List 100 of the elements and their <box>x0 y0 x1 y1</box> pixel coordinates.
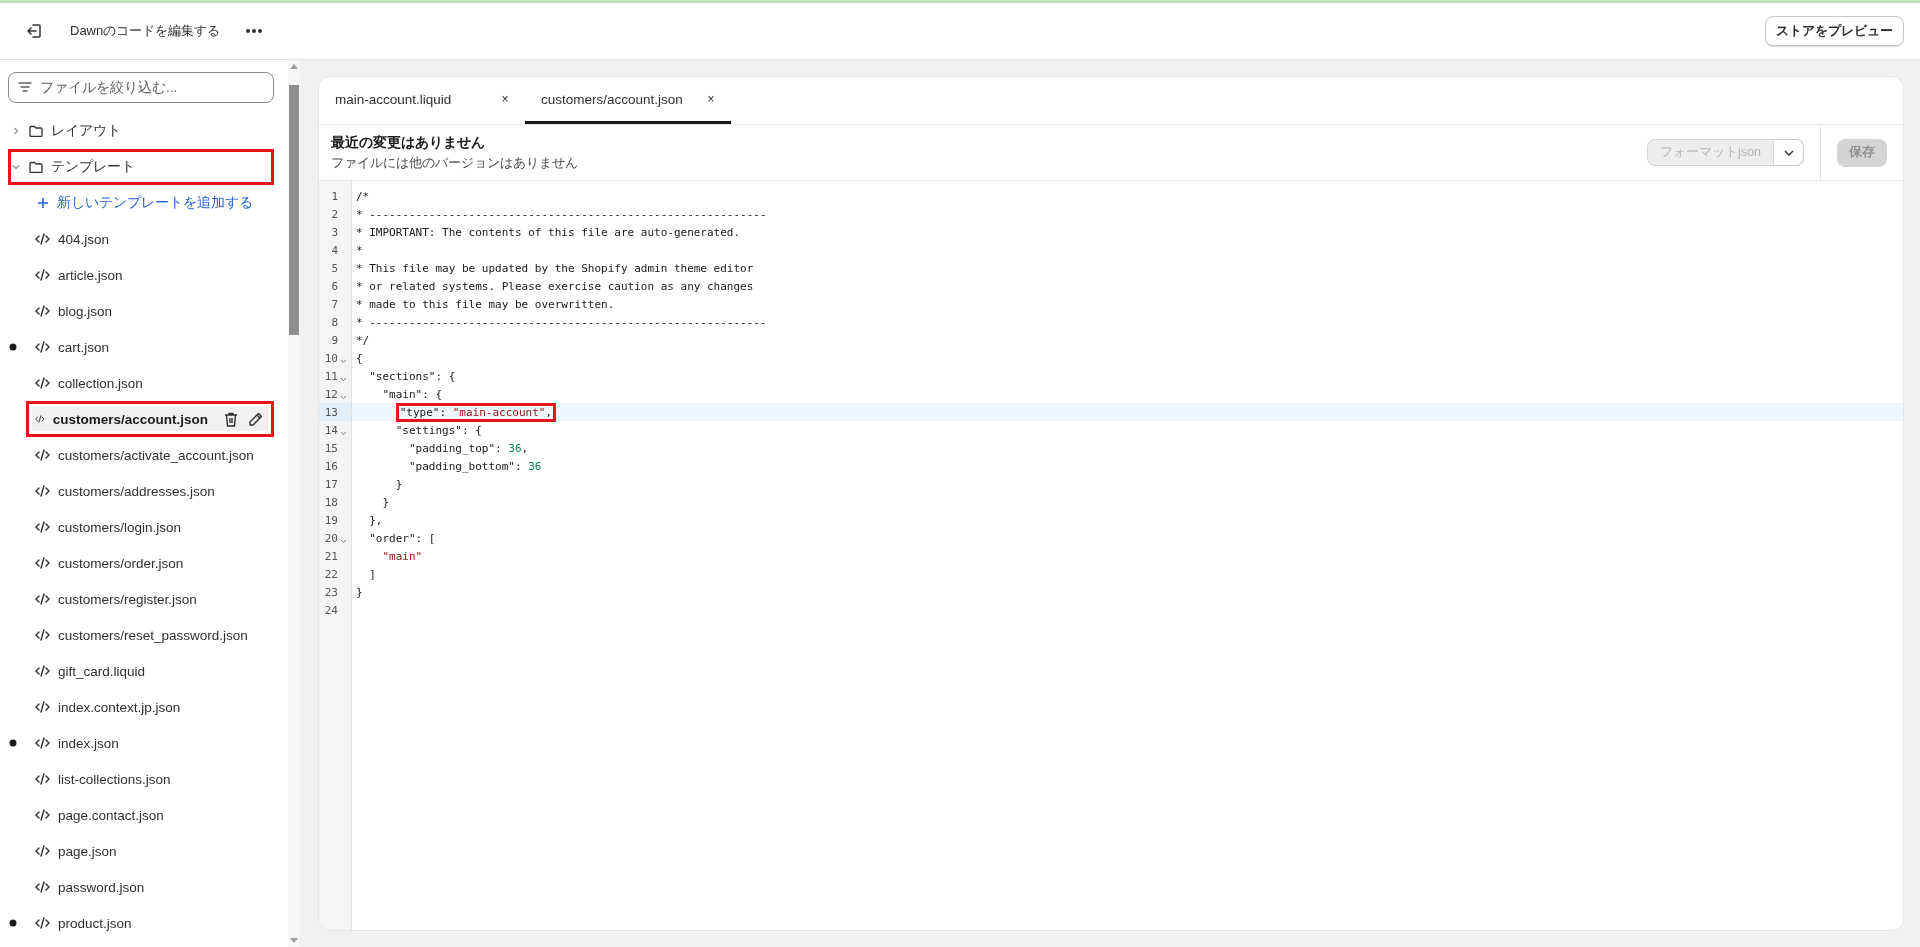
close-tab-button[interactable]: × <box>485 92 525 106</box>
trash-icon <box>224 411 238 427</box>
code-icon <box>35 377 50 389</box>
code-icon <box>35 737 50 749</box>
code-icon <box>35 485 50 497</box>
file-item[interactable]: customers/login.json <box>26 512 274 542</box>
code-line: * ------------------------------------------------------------ <box>356 207 767 221</box>
line-number: 18 <box>323 495 338 509</box>
line-number: 22 <box>323 567 338 581</box>
code-line: */ <box>356 333 370 347</box>
line-number: 21 <box>323 549 338 563</box>
fold-icon[interactable] <box>340 376 347 382</box>
code-line: * This file may be updated by the Shopify admin theme editor <box>356 261 754 275</box>
line-number: 2 <box>330 207 338 221</box>
code-line: * ------------------------------------------------------------ <box>356 315 767 329</box>
file-item[interactable]: gift_card.liquid <box>26 656 274 686</box>
line-number: 9 <box>330 333 338 347</box>
file-item[interactable]: 404.json <box>26 224 274 254</box>
file-item[interactable]: product.json <box>26 908 274 938</box>
scroll-down-icon[interactable] <box>290 938 298 943</box>
code-line: ] <box>368 567 376 581</box>
history-title: 最近の変更はありません <box>331 133 486 152</box>
line-number: 10 <box>323 351 338 365</box>
add-template-link[interactable]: 新しいテンプレートを追加する <box>26 188 274 218</box>
file-item[interactable]: list-collections.json <box>26 764 274 794</box>
file-tab[interactable]: main-account.liquid × <box>319 77 525 124</box>
preview-store-button[interactable]: ストアをプレビュー <box>1765 16 1904 46</box>
code-icon <box>35 845 50 857</box>
folder-item[interactable]: テンプレート <box>8 149 274 185</box>
file-item[interactable]: customers/reset_password.json <box>26 620 274 650</box>
file-item[interactable]: customers/activate_account.json <box>26 440 274 470</box>
code-icon <box>35 269 50 281</box>
plus-icon <box>37 197 49 209</box>
code-line: { <box>356 351 363 365</box>
code-icon <box>35 341 50 353</box>
code-line: }, <box>368 513 383 527</box>
page-title: Dawnのコードを編集する <box>70 22 221 40</box>
file-item[interactable]: index.context.jp.json <box>26 692 274 722</box>
code-icon <box>35 773 50 785</box>
scroll-up-icon[interactable] <box>290 64 298 69</box>
code-line: "padding_top": 36, <box>407 441 529 455</box>
file-item[interactable]: blog.json <box>26 296 274 326</box>
line-number: 14 <box>323 423 338 437</box>
code-icon <box>35 881 50 893</box>
code-line: "sections": { <box>368 369 456 383</box>
code-icon <box>35 521 50 533</box>
code-icon <box>35 629 50 641</box>
file-item[interactable]: index.json <box>26 728 274 758</box>
scrollbar-thumb[interactable] <box>289 85 299 335</box>
file-item[interactable]: customers/register.json <box>26 584 274 614</box>
fold-icon[interactable] <box>340 538 347 544</box>
chevron-icon <box>11 126 21 136</box>
line-number: 16 <box>323 459 338 473</box>
code-line: "settings": { <box>394 423 482 437</box>
file-item[interactable]: password.json <box>26 872 274 902</box>
fold-icon[interactable] <box>340 430 347 436</box>
file-tab[interactable]: customers/account.json × <box>525 77 731 124</box>
file-item[interactable]: page.contact.json <box>26 800 274 830</box>
pencil-icon <box>248 411 263 427</box>
close-tab-button[interactable]: × <box>691 92 731 106</box>
line-number: 1 <box>330 189 338 203</box>
code-line: } <box>394 477 403 491</box>
code-line: * made to this file may be overwritten. <box>356 297 615 311</box>
code-icon <box>35 665 50 677</box>
format-dropdown-button[interactable] <box>1774 139 1804 166</box>
file-item[interactable]: page.json <box>26 836 274 866</box>
file-item[interactable]: collection.json <box>26 368 274 398</box>
code-line: "main" <box>381 549 423 563</box>
folder-item[interactable]: レイアウト <box>8 116 274 146</box>
code-icon <box>35 809 50 821</box>
line-number: 20 <box>323 531 338 545</box>
rename-button[interactable] <box>248 411 263 427</box>
code-line: /* <box>356 189 370 203</box>
code-line: "order": [ <box>368 531 436 545</box>
code-line: "main": { <box>381 387 443 401</box>
code-icon <box>35 413 45 425</box>
code-icon <box>35 557 50 569</box>
line-number: 24 <box>323 603 338 617</box>
code-line: "padding_bottom": 36 <box>407 459 542 473</box>
file-item[interactable]: customers/order.json <box>26 548 274 578</box>
file-item[interactable]: customers/account.json <box>26 401 274 437</box>
line-number: 5 <box>330 261 338 275</box>
line-number: 12 <box>323 387 338 401</box>
line-number: 4 <box>330 243 338 257</box>
fold-icon[interactable] <box>340 394 347 400</box>
folder-icon <box>29 161 43 173</box>
filter-icon <box>18 82 32 92</box>
delete-button[interactable] <box>224 411 238 427</box>
line-number: 11 <box>323 369 338 383</box>
history-subtitle: ファイルには他のバージョンはありません <box>331 153 579 172</box>
exit-icon <box>25 22 43 40</box>
file-item[interactable]: cart.json <box>26 332 274 362</box>
code-icon <box>35 305 50 317</box>
file-item[interactable]: article.json <box>26 260 274 290</box>
line-number: 7 <box>330 297 338 311</box>
chevron-icon <box>11 162 21 172</box>
file-item[interactable]: customers/addresses.json <box>26 476 274 506</box>
fold-icon[interactable] <box>340 358 347 364</box>
line-number: 23 <box>323 585 338 599</box>
filter-field[interactable]: ファイルを絞り込む... <box>8 72 274 103</box>
